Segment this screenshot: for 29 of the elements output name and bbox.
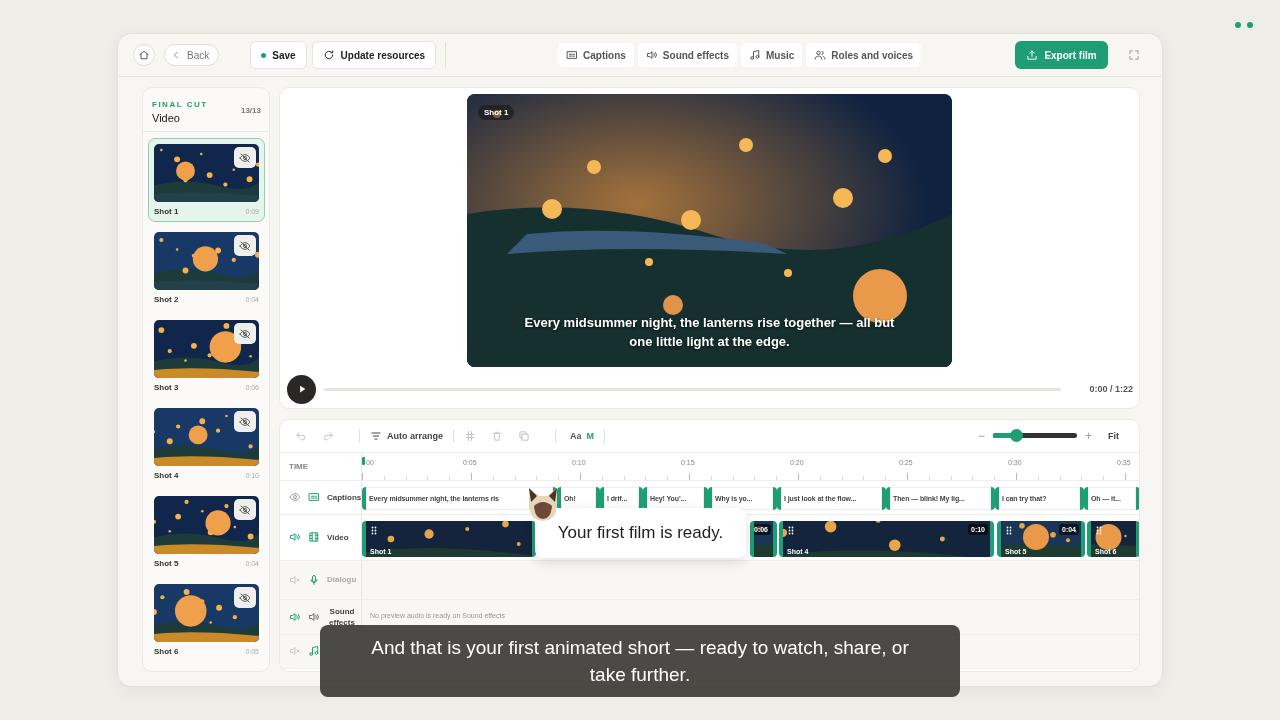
shot-badge: Shot 1 xyxy=(478,105,515,120)
tooltip: Your first film is ready. xyxy=(535,508,746,558)
shot-label: Shot 6 xyxy=(154,646,179,656)
shot-label: Shot 1 xyxy=(154,206,179,216)
save-button[interactable]: Save xyxy=(250,41,307,69)
section-label: FINAL CUT xyxy=(152,100,208,109)
back-button[interactable]: Back xyxy=(164,44,220,66)
tab[interactable]: Music xyxy=(741,43,803,67)
track-label: Captions xyxy=(327,492,361,502)
track-label: Video xyxy=(327,532,349,542)
update-resources-button[interactable]: Update resources xyxy=(311,41,437,69)
tab[interactable]: Captions xyxy=(558,43,634,67)
shot-label: Shot 4 xyxy=(154,470,179,480)
time-heading: TIME xyxy=(289,461,309,471)
track-label: Sound effects xyxy=(328,605,356,628)
fit-button[interactable]: Fit xyxy=(1108,430,1119,441)
narration-subtitle: And that is your first animated short — ready to watch, share, or take further. xyxy=(320,625,960,697)
tab[interactable]: Roles and voices xyxy=(806,43,922,67)
shot-label: Shot 3 xyxy=(154,382,179,392)
panel-title: Video xyxy=(152,112,181,124)
time-readout: 0:00 / 1:22 xyxy=(1089,384,1133,394)
shot-label: Shot 2 xyxy=(154,294,179,304)
shot-label: Shot 5 xyxy=(154,558,179,568)
tab[interactable]: Sound effects xyxy=(637,43,737,67)
track-label: Dialogu xyxy=(327,575,357,585)
shot-count: 13/13 xyxy=(240,106,261,115)
text-size-button[interactable]: M xyxy=(581,430,595,441)
text-size-label: Aa xyxy=(570,430,582,441)
auto-arrange-button[interactable]: Auto arrange xyxy=(370,429,443,442)
